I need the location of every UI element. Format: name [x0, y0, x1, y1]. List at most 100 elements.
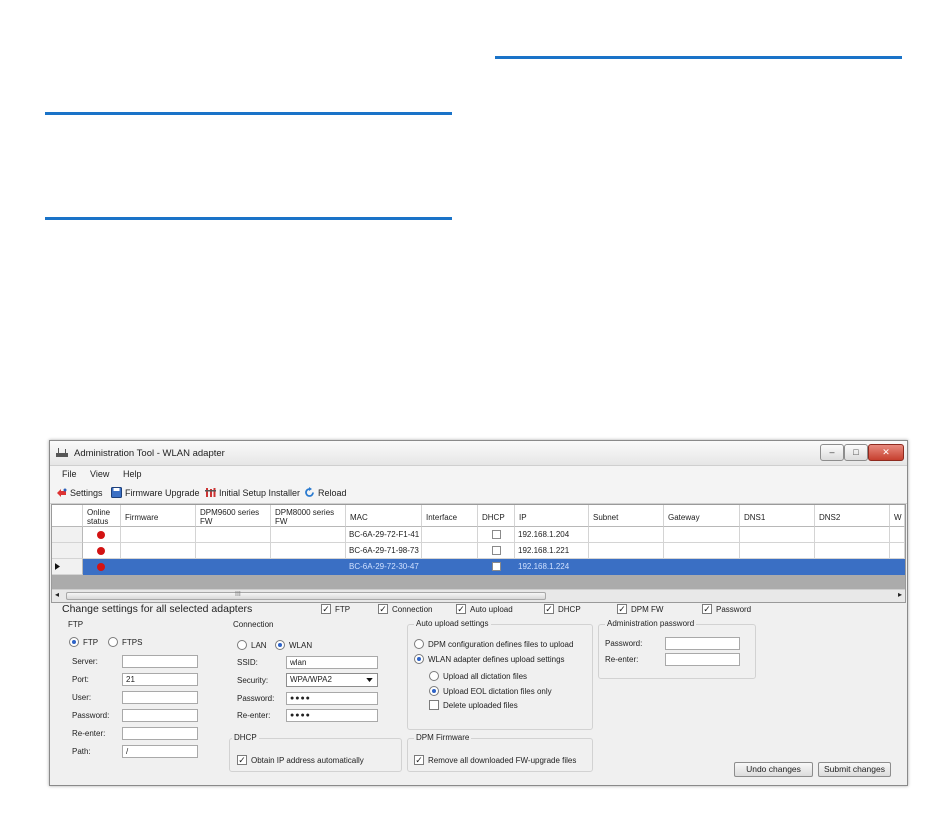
admin-password-group-title: Administration password	[605, 619, 697, 628]
remove-fw-files-checkbox[interactable]: ✓	[414, 755, 424, 765]
gateway-cell	[664, 559, 740, 575]
row-selector[interactable]	[52, 543, 83, 559]
col-online-status[interactable]: Online status	[83, 505, 121, 527]
col-mac[interactable]: MAC	[346, 505, 422, 527]
ftp-mode-radio[interactable]	[69, 637, 79, 647]
row-selector[interactable]	[52, 527, 83, 543]
app-router-icon	[56, 448, 68, 457]
dns1-cell	[740, 527, 815, 543]
online-status-cell	[83, 527, 121, 543]
upload-eol-radio[interactable]	[429, 686, 439, 696]
submit-changes-button[interactable]: Submit changes	[818, 762, 891, 777]
ftp-path-input[interactable]: /	[122, 745, 198, 758]
dhcp-cell	[478, 543, 515, 559]
horizontal-scrollbar[interactable]: ◂ III ▸	[52, 589, 905, 602]
table-row[interactable]: BC-6A-29-71-98-73 192.168.1.221	[52, 543, 905, 559]
ftp-user-input[interactable]	[122, 691, 198, 704]
firmware-upgrade-button[interactable]: Firmware Upgrade	[111, 487, 200, 498]
dhcp-group: DHCP ✓ Obtain IP address automatically	[229, 733, 402, 772]
subnet-cell	[589, 527, 664, 543]
adapter-grid[interactable]: Online status Firmware DPM9600 series FW…	[51, 504, 906, 603]
dpm8000-cell	[271, 527, 346, 543]
wlan-defines-radio[interactable]	[414, 654, 424, 664]
filter-dpm-fw-checkbox[interactable]: ✓	[617, 604, 627, 614]
dhcp-checkbox[interactable]	[492, 546, 501, 555]
close-button[interactable]: ✕	[868, 444, 904, 461]
ftp-reenter-input[interactable]	[122, 727, 198, 740]
obtain-ip-checkbox[interactable]: ✓	[237, 755, 247, 765]
scroll-left-icon[interactable]: ◂	[55, 590, 59, 599]
dpm-firmware-group-title: DPM Firmware	[414, 733, 472, 742]
firmware-cell	[121, 543, 196, 559]
row-selector[interactable]	[52, 559, 83, 575]
decorative-rule-left-top	[45, 112, 452, 115]
scrollbar-thumb[interactable]: III	[66, 591, 546, 600]
filter-connection-checkbox[interactable]: ✓	[378, 604, 388, 614]
upload-eol-label: Upload EOL dictation files only	[443, 687, 552, 696]
col-dpm9600-fw[interactable]: DPM9600 series FW	[196, 505, 271, 527]
table-row-selected[interactable]: BC-6A-29-72-30-47 192.168.1.224	[52, 559, 905, 575]
ftp-password-label: Password:	[72, 711, 110, 720]
filter-dhcp-checkbox[interactable]: ✓	[544, 604, 554, 614]
dhcp-checkbox[interactable]	[492, 530, 501, 539]
ip-cell: 192.168.1.204	[515, 527, 589, 543]
filter-auto-upload-checkbox[interactable]: ✓	[456, 604, 466, 614]
undo-changes-button[interactable]: Undo changes	[734, 762, 813, 777]
ftp-server-input[interactable]	[122, 655, 198, 668]
col-subnet[interactable]: Subnet	[589, 505, 664, 527]
col-interface[interactable]: Interface	[422, 505, 478, 527]
col-dhcp[interactable]: DHCP	[478, 505, 515, 527]
admin-password-input[interactable]	[665, 637, 740, 650]
col-firmware[interactable]: Firmware	[121, 505, 196, 527]
window-title: Administration Tool - WLAN adapter	[74, 448, 225, 459]
toolbar: Settings Firmware Upgrade Initial Setup …	[50, 483, 907, 504]
ftp-reenter-label: Re-enter:	[72, 729, 106, 738]
maximize-button[interactable]: □	[844, 444, 868, 461]
minimize-button[interactable]: –	[820, 444, 844, 461]
interface-cell	[422, 527, 478, 543]
menu-help[interactable]: Help	[123, 469, 142, 479]
col-dns1[interactable]: DNS1	[740, 505, 815, 527]
ssid-input[interactable]: wlan	[286, 656, 378, 669]
menu-file[interactable]: File	[62, 469, 77, 479]
ftp-port-input[interactable]: 21	[122, 673, 198, 686]
remove-fw-files-label: Remove all downloaded FW-upgrade files	[428, 756, 577, 765]
filter-ftp-checkbox[interactable]: ✓	[321, 604, 331, 614]
scroll-right-icon[interactable]: ▸	[898, 590, 902, 599]
wlan-radio[interactable]	[275, 640, 285, 650]
auto-upload-group-title: Auto upload settings	[414, 619, 491, 628]
upload-all-radio[interactable]	[429, 671, 439, 681]
col-dns2[interactable]: DNS2	[815, 505, 890, 527]
col-more[interactable]: W	[890, 505, 905, 527]
wlan-label: WLAN	[289, 641, 313, 650]
security-label: Security:	[237, 676, 269, 685]
security-select[interactable]: WPA/WPA2	[286, 673, 378, 687]
connection-password-input[interactable]: ●●●●	[286, 692, 378, 705]
settings-heading: Change settings for all selected adapter…	[62, 603, 253, 615]
ftps-mode-radio[interactable]	[108, 637, 118, 647]
col-ip[interactable]: IP	[515, 505, 589, 527]
delete-uploaded-checkbox[interactable]	[429, 700, 439, 710]
ftp-password-input[interactable]	[122, 709, 198, 722]
initial-setup-installer-button[interactable]: Initial Setup Installer	[205, 487, 300, 498]
offline-status-dot	[97, 563, 105, 571]
settings-label: Settings	[70, 487, 103, 498]
reload-button[interactable]: Reload	[304, 487, 347, 498]
settings-button[interactable]: Settings	[56, 487, 103, 498]
col-gateway[interactable]: Gateway	[664, 505, 740, 527]
interface-cell	[422, 559, 478, 575]
dhcp-checkbox[interactable]	[492, 562, 501, 571]
col-dpm8000-fw[interactable]: DPM8000 series FW	[271, 505, 346, 527]
table-row[interactable]: BC-6A-29-72-F1-41 192.168.1.204	[52, 527, 905, 543]
network-settings-icon	[57, 488, 67, 497]
dns2-cell	[815, 559, 890, 575]
dpm-defines-radio[interactable]	[414, 639, 424, 649]
connection-group-title: Connection	[233, 620, 274, 629]
menu-view[interactable]: View	[90, 469, 109, 479]
admin-reenter-input[interactable]	[665, 653, 740, 666]
connection-reenter-input[interactable]: ●●●●	[286, 709, 378, 722]
delete-uploaded-label: Delete uploaded files	[443, 701, 518, 710]
filter-dhcp-label: DHCP	[558, 605, 581, 614]
lan-radio[interactable]	[237, 640, 247, 650]
filter-password-checkbox[interactable]: ✓	[702, 604, 712, 614]
